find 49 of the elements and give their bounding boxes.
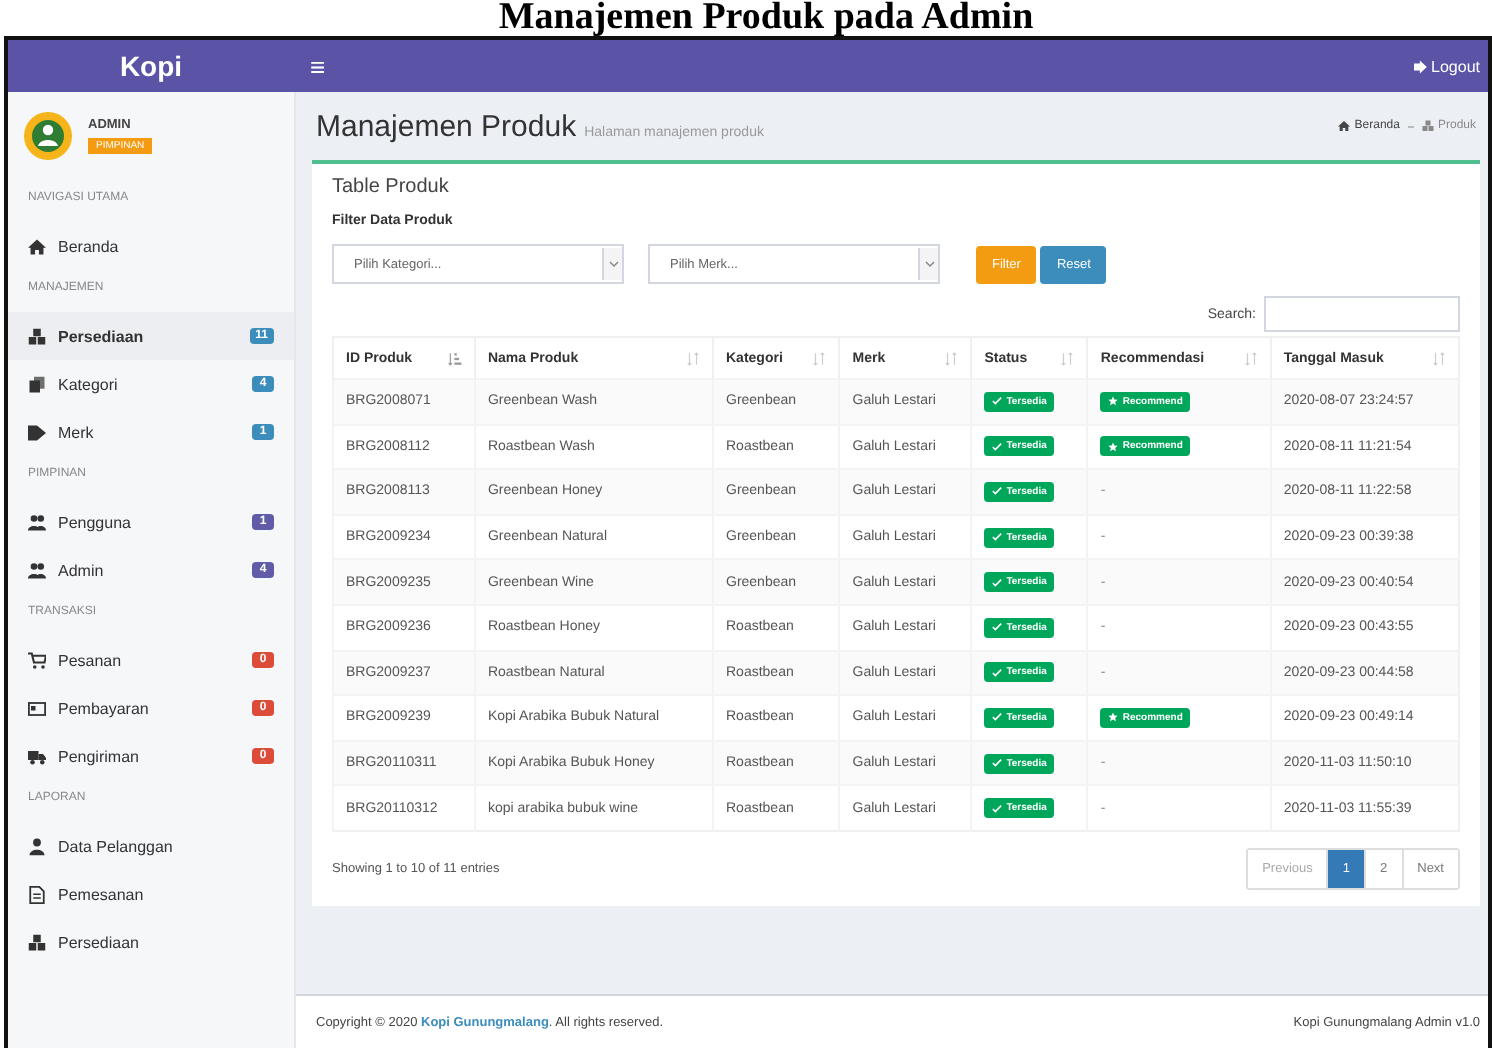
- caret-icon: [607, 258, 619, 270]
- sort-icon: [686, 351, 700, 365]
- check-icon: [992, 803, 1003, 814]
- check-icon: [992, 622, 1003, 633]
- cubes-icon: [28, 327, 46, 345]
- sidebar-item[interactable]: Persediaan: [8, 918, 294, 966]
- check-icon: [992, 396, 1003, 407]
- sidebar-item[interactable]: Beranda: [8, 222, 294, 270]
- check-icon: [992, 441, 1003, 452]
- figure-caption: Manajemen Produk pada Admin: [496, 0, 1036, 36]
- tag-icon: [28, 423, 46, 441]
- sort-icon: [812, 351, 827, 365]
- check-icon: [992, 577, 1003, 588]
- avatar-icon: [24, 112, 72, 160]
- caret-icon: [923, 258, 935, 270]
- menu-toggle[interactable]: ≡: [298, 51, 338, 81]
- file-icon: [28, 885, 46, 903]
- card-title: Table Produk: [332, 176, 451, 198]
- check-icon: [992, 532, 1003, 543]
- users-icon: [28, 513, 46, 531]
- cubes-icon: [1421, 120, 1434, 132]
- sort-ascending-icon: [447, 351, 462, 365]
- check-icon: [992, 758, 1003, 769]
- copy-icon: [28, 375, 46, 393]
- logout-icon: [1413, 59, 1428, 73]
- sort-icon: [944, 351, 959, 365]
- cart-icon: [28, 651, 46, 669]
- sort-icon: [1243, 351, 1258, 365]
- logout-button[interactable]: Logout: [1405, 57, 1488, 75]
- cubes-icon: [28, 933, 46, 951]
- sort-icon: [1060, 351, 1075, 365]
- sidebar-item[interactable]: Pemesanan: [8, 870, 294, 918]
- star-icon: [1108, 441, 1119, 452]
- check-icon: [992, 486, 1003, 497]
- star-icon: [1108, 396, 1119, 407]
- users-icon: [28, 561, 46, 579]
- check-icon: [992, 667, 1003, 678]
- brand-logo[interactable]: Kopi: [8, 50, 294, 82]
- card-icon: [28, 699, 46, 717]
- sidebar-item[interactable]: Data Pelanggan: [8, 822, 294, 870]
- sort-icon: [1432, 351, 1446, 365]
- star-icon: [1108, 712, 1119, 723]
- search-field[interactable]: [1264, 296, 1460, 332]
- truck-icon: [28, 747, 46, 765]
- home-icon: [1338, 120, 1351, 132]
- page-title: Manajemen Produk: [316, 109, 577, 143]
- user-icon: [28, 837, 46, 855]
- home-icon: [28, 237, 46, 255]
- check-icon: [992, 712, 1003, 723]
